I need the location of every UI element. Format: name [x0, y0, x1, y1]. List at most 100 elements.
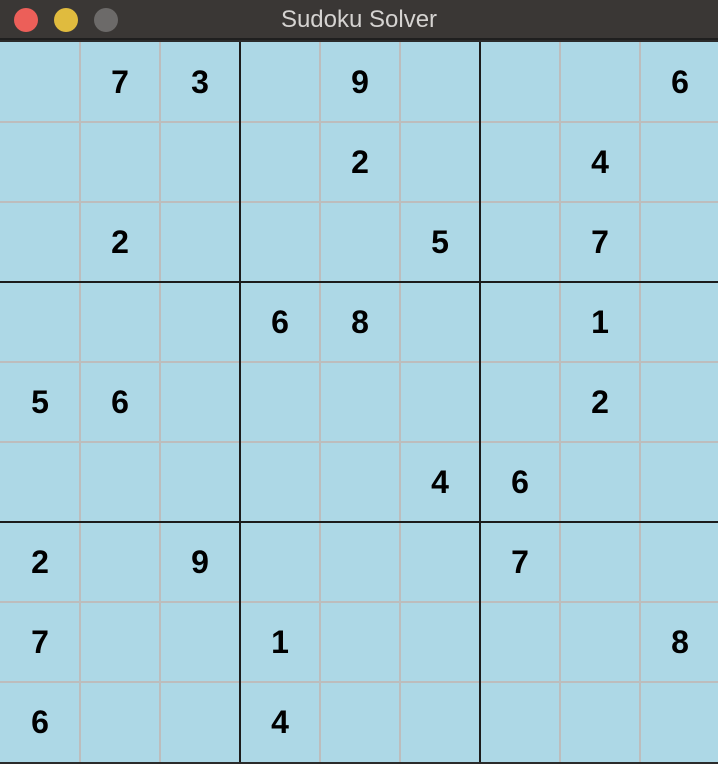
- sudoku-cell[interactable]: 3: [160, 42, 240, 122]
- sudoku-cell[interactable]: [160, 442, 240, 522]
- app-window: Sudoku Solver 7396242576815624629771864: [0, 0, 718, 764]
- sudoku-cell[interactable]: 6: [640, 42, 718, 122]
- sudoku-cell[interactable]: [400, 682, 480, 762]
- sudoku-cell[interactable]: [400, 282, 480, 362]
- sudoku-cell[interactable]: [560, 602, 640, 682]
- sudoku-cell[interactable]: [160, 122, 240, 202]
- sudoku-cell[interactable]: [320, 522, 400, 602]
- sudoku-cell[interactable]: 1: [240, 602, 320, 682]
- sudoku-cell[interactable]: [400, 362, 480, 442]
- sudoku-cell[interactable]: [80, 602, 160, 682]
- sudoku-cell[interactable]: 6: [240, 282, 320, 362]
- sudoku-cell[interactable]: [240, 42, 320, 122]
- sudoku-cell[interactable]: [480, 682, 560, 762]
- box-divider-horizontal: [0, 281, 718, 283]
- sudoku-cell[interactable]: [640, 282, 718, 362]
- sudoku-cell[interactable]: 6: [80, 362, 160, 442]
- sudoku-cell[interactable]: [400, 122, 480, 202]
- sudoku-cell[interactable]: 8: [640, 602, 718, 682]
- grid-line-horizontal: [0, 441, 718, 443]
- title-bar[interactable]: Sudoku Solver: [0, 0, 718, 40]
- sudoku-cell[interactable]: [640, 682, 718, 762]
- sudoku-cell[interactable]: [240, 362, 320, 442]
- sudoku-cell[interactable]: [640, 522, 718, 602]
- sudoku-cell[interactable]: 7: [80, 42, 160, 122]
- box-divider-vertical: [239, 42, 241, 762]
- sudoku-cell[interactable]: [640, 362, 718, 442]
- sudoku-cell[interactable]: [480, 42, 560, 122]
- sudoku-cell[interactable]: [400, 602, 480, 682]
- sudoku-cell[interactable]: [240, 442, 320, 522]
- sudoku-cell[interactable]: 2: [560, 362, 640, 442]
- sudoku-cell[interactable]: [160, 202, 240, 282]
- sudoku-cell[interactable]: [240, 202, 320, 282]
- sudoku-cell[interactable]: [400, 522, 480, 602]
- sudoku-cell[interactable]: [560, 42, 640, 122]
- sudoku-cell[interactable]: 4: [240, 682, 320, 762]
- sudoku-cell[interactable]: [80, 122, 160, 202]
- minimize-button[interactable]: [54, 8, 78, 32]
- grid-line-vertical: [79, 42, 81, 762]
- grid-line-vertical: [159, 42, 161, 762]
- box-divider-horizontal: [0, 521, 718, 523]
- sudoku-cell[interactable]: 8: [320, 282, 400, 362]
- sudoku-cell[interactable]: [160, 682, 240, 762]
- sudoku-cell[interactable]: [240, 522, 320, 602]
- sudoku-cell[interactable]: [80, 442, 160, 522]
- sudoku-cell[interactable]: 2: [320, 122, 400, 202]
- sudoku-cell[interactable]: [80, 282, 160, 362]
- sudoku-cell[interactable]: [0, 42, 80, 122]
- sudoku-cell[interactable]: 4: [400, 442, 480, 522]
- sudoku-cell[interactable]: [0, 442, 80, 522]
- sudoku-cell[interactable]: 5: [0, 362, 80, 442]
- grid-line-horizontal: [0, 361, 718, 363]
- sudoku-cell[interactable]: 9: [320, 42, 400, 122]
- sudoku-cell[interactable]: [480, 282, 560, 362]
- sudoku-cell[interactable]: [640, 202, 718, 282]
- sudoku-cell[interactable]: [560, 682, 640, 762]
- sudoku-cell[interactable]: 4: [560, 122, 640, 202]
- grid-line-vertical: [399, 42, 401, 762]
- sudoku-cell[interactable]: 6: [0, 682, 80, 762]
- sudoku-cell[interactable]: [560, 442, 640, 522]
- maximize-button[interactable]: [94, 8, 118, 32]
- sudoku-cell[interactable]: [240, 122, 320, 202]
- sudoku-cell[interactable]: [160, 602, 240, 682]
- box-divider-vertical: [479, 42, 481, 762]
- sudoku-cell[interactable]: [320, 202, 400, 282]
- sudoku-cell[interactable]: 7: [480, 522, 560, 602]
- sudoku-cell[interactable]: [80, 522, 160, 602]
- sudoku-cell[interactable]: [80, 682, 160, 762]
- sudoku-cell[interactable]: 1: [560, 282, 640, 362]
- grid-line-horizontal: [0, 121, 718, 123]
- sudoku-cell[interactable]: 7: [0, 602, 80, 682]
- grid-line-horizontal: [0, 201, 718, 203]
- sudoku-cell[interactable]: [560, 522, 640, 602]
- sudoku-cell[interactable]: [320, 682, 400, 762]
- grid-line-vertical: [559, 42, 561, 762]
- sudoku-cell[interactable]: [480, 202, 560, 282]
- sudoku-cell[interactable]: [400, 42, 480, 122]
- sudoku-cell[interactable]: [320, 362, 400, 442]
- sudoku-cell[interactable]: [0, 282, 80, 362]
- sudoku-cell[interactable]: 7: [560, 202, 640, 282]
- sudoku-cell[interactable]: [160, 282, 240, 362]
- sudoku-cell[interactable]: 2: [80, 202, 160, 282]
- sudoku-cell[interactable]: [0, 122, 80, 202]
- sudoku-cell[interactable]: [160, 362, 240, 442]
- sudoku-cell[interactable]: [480, 362, 560, 442]
- sudoku-cell[interactable]: 9: [160, 522, 240, 602]
- grid-line-vertical: [639, 42, 641, 762]
- sudoku-cell[interactable]: [0, 202, 80, 282]
- sudoku-cell[interactable]: [480, 122, 560, 202]
- sudoku-cell[interactable]: [640, 122, 718, 202]
- close-button[interactable]: [14, 8, 38, 32]
- sudoku-cell[interactable]: [480, 602, 560, 682]
- sudoku-cell[interactable]: 5: [400, 202, 480, 282]
- sudoku-cell[interactable]: [640, 442, 718, 522]
- sudoku-cell[interactable]: 2: [0, 522, 80, 602]
- sudoku-cell[interactable]: [320, 602, 400, 682]
- sudoku-cell[interactable]: [320, 442, 400, 522]
- sudoku-board: 7396242576815624629771864: [0, 42, 718, 762]
- sudoku-cell[interactable]: 6: [480, 442, 560, 522]
